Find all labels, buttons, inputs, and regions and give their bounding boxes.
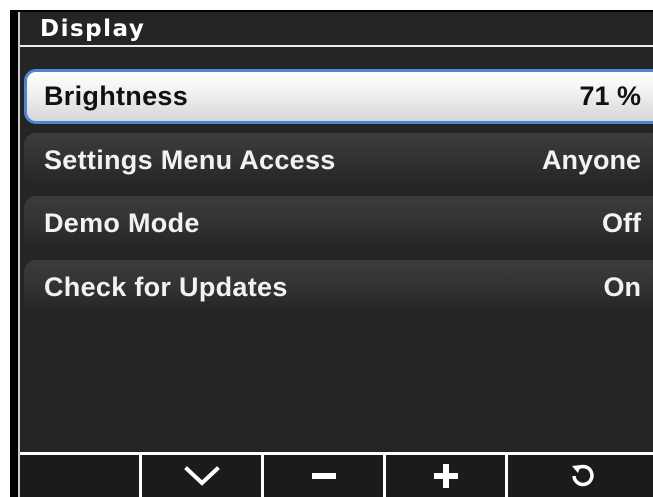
back-icon — [571, 464, 594, 487]
softkey-minus[interactable] — [264, 455, 386, 497]
softkey-plus[interactable] — [386, 455, 508, 497]
softkey-down[interactable] — [142, 455, 264, 497]
display-panel: Display Brightness 71 % Settings Menu Ac… — [18, 12, 653, 497]
menu-item-label: Brightness — [44, 81, 189, 111]
page-title: Display — [40, 16, 146, 42]
menu-item-label: Settings Menu Access — [44, 145, 336, 175]
menu-item-demo-mode[interactable]: Demo Mode Off — [24, 196, 653, 251]
minus-icon — [311, 473, 336, 479]
plus-icon — [433, 464, 458, 488]
menu-item-value: Off — [602, 208, 641, 238]
softkey-back[interactable] — [508, 455, 653, 497]
menu-item-value: 71 % — [579, 81, 641, 111]
menu-item-check-for-updates[interactable]: Check for Updates On — [24, 260, 653, 315]
menu-item-label: Check for Updates — [44, 272, 288, 302]
menu-item-settings-menu-access[interactable]: Settings Menu Access Anyone — [24, 133, 653, 188]
softkey-blank[interactable] — [20, 455, 142, 497]
title-bar: Display — [20, 12, 653, 47]
chevron-down-icon — [183, 466, 220, 486]
menu-item-value: On — [603, 272, 642, 302]
menu-item-value: Anyone — [541, 145, 641, 175]
menu-item-brightness[interactable]: Brightness 71 % — [24, 69, 653, 124]
menu-item-label: Demo Mode — [44, 208, 200, 238]
softkey-bar — [20, 452, 653, 497]
device-screen: Display Brightness 71 % Settings Menu Ac… — [10, 10, 653, 497]
